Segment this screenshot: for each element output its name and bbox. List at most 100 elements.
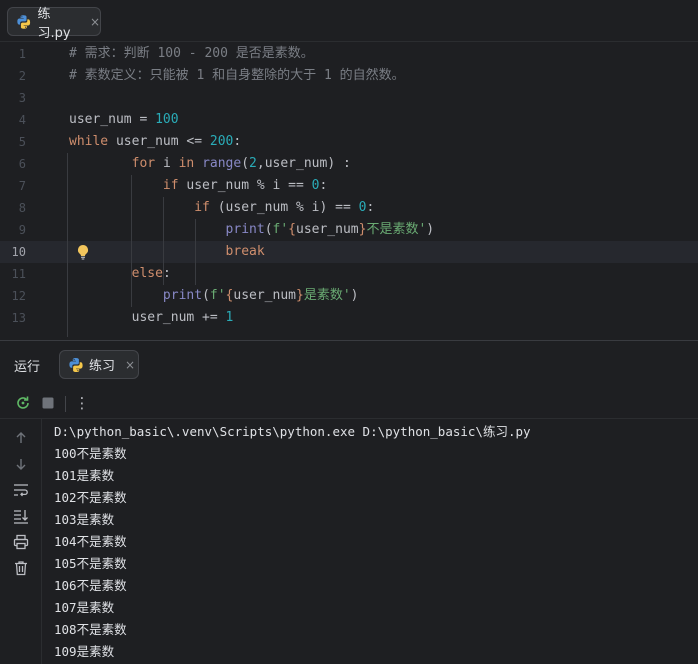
code-token: (: [202, 288, 210, 303]
code-token: 100: [155, 112, 179, 127]
run-tab-label: 练习: [89, 359, 116, 374]
code-token: (: [264, 222, 273, 237]
code-token: print: [162, 288, 203, 303]
code-token: user_num % i ==: [186, 178, 312, 193]
toolbar-separator: [65, 396, 66, 412]
code-token: 200: [209, 134, 234, 149]
console-output-line: 108不是素数: [54, 622, 127, 637]
line-number: 11: [11, 267, 26, 281]
stop-icon: [42, 397, 54, 409]
code-line: user_num = 100: [69, 109, 179, 131]
run-panel-title: 运行: [14, 360, 41, 375]
line-number: 10: [11, 245, 26, 259]
code-line: user_num += 1: [69, 307, 234, 329]
code-line: break: [69, 241, 265, 263]
code-token: f': [209, 288, 226, 303]
console-command-line: D:\python_basic\.venv\Scripts\python.exe…: [54, 424, 531, 439]
console-output-line: 101是素数: [54, 468, 115, 483]
code-token: user_num =: [69, 112, 156, 127]
editor-tab-label: 练习.py: [37, 6, 71, 41]
line-number: 8: [18, 201, 26, 215]
scroll-to-end-button[interactable]: [12, 507, 30, 525]
line-number: 1: [18, 47, 26, 61]
code-token: break: [225, 244, 265, 259]
line-number: 7: [18, 179, 26, 193]
code-editor[interactable]: 1 2 3 4 5 6 7 8 9 10 11 12 13 # 需求：判断 100 - 200 是否是素…: [0, 43, 698, 337]
run-tool-window: 运行 练习 × ⋮ D:\python_basic\.venv\Scripts\…: [0, 340, 698, 664]
print-button[interactable]: [12, 533, 30, 551]
code-token: 不是素数': [366, 222, 427, 237]
stop-button[interactable]: [38, 393, 58, 413]
code-token: :: [319, 178, 328, 193]
arrow-down-icon: [16, 459, 26, 470]
code-token: f': [272, 222, 289, 237]
run-header: 运行 练习 ×: [0, 341, 698, 387]
code-token: # 需求：判断 100 - 200 是否是素数。: [69, 46, 314, 61]
console-output-line: 109是素数: [54, 644, 115, 659]
soft-wrap-icon: [14, 484, 28, 497]
line-number: 4: [18, 113, 26, 127]
line-number-gutter: 1 2 3 4 5 6 7 8 9 10 11 12 13: [0, 43, 60, 337]
line-number: 13: [11, 311, 26, 325]
run-tab-practice[interactable]: 练习 ×: [59, 350, 139, 379]
code-token: # 素数定义：只能被 1 和自身整除的大于 1 的自然数。: [69, 68, 405, 83]
code-token: :: [162, 266, 171, 281]
run-tab-close-icon[interactable]: ×: [125, 358, 135, 372]
code-token: range: [202, 156, 242, 171]
clear-all-button[interactable]: [12, 559, 30, 577]
console-output[interactable]: D:\python_basic\.venv\Scripts\python.exe…: [54, 421, 694, 663]
line-number: 2: [18, 69, 26, 83]
code-line: # 素数定义：只能被 1 和自身整除的大于 1 的自然数。: [69, 65, 405, 87]
line-number: 3: [18, 91, 26, 105]
run-toolbar: ⋮: [0, 387, 698, 419]
code-token: while: [69, 134, 116, 149]
python-file-icon: [17, 14, 31, 29]
rerun-icon: [17, 396, 29, 409]
line-number: 5: [18, 135, 26, 149]
code-token: user_num: [233, 288, 296, 303]
code-line: if (user_num % i) == 0:: [69, 197, 374, 219]
editor-tab-close-icon[interactable]: ×: [90, 15, 100, 29]
code-line: print(f'{user_num}是素数'): [69, 285, 359, 307]
console-side-toolbar: [0, 419, 42, 664]
trash-icon: [15, 561, 27, 576]
line-number: 12: [11, 289, 26, 303]
code-token: (user_num % i) ==: [217, 200, 359, 215]
code-token: 是素数': [303, 288, 351, 303]
code-token: :: [233, 134, 242, 149]
rerun-button[interactable]: [13, 393, 33, 413]
scroll-down-button[interactable]: [12, 455, 30, 473]
code-token: else: [131, 266, 163, 281]
code-token: 1: [225, 310, 234, 325]
console-output-line: 100不是素数: [54, 446, 127, 461]
code-token: ): [426, 222, 435, 237]
line-number: 6: [18, 157, 26, 171]
line-number: 9: [18, 223, 26, 237]
code-token: i: [162, 156, 179, 171]
code-token: if: [162, 178, 187, 193]
code-token: ,user_num) :: [256, 156, 351, 171]
python-run-config-icon: [69, 357, 83, 372]
scroll-to-end-icon: [14, 510, 28, 524]
code-line: if user_num % i == 0:: [69, 175, 327, 197]
code-line: print(f'{user_num}不是素数'): [69, 219, 435, 241]
code-token: user_num +=: [69, 310, 226, 325]
scroll-up-button[interactable]: [12, 429, 30, 447]
code-line: # 需求：判断 100 - 200 是否是素数。: [69, 43, 314, 65]
console-output-line: 105不是素数: [54, 556, 127, 571]
code-token: if: [194, 200, 218, 215]
soft-wrap-button[interactable]: [12, 481, 30, 499]
console-output-line: 107是素数: [54, 600, 115, 615]
arrow-up-icon: [16, 432, 26, 443]
code-line: while user_num <= 200:: [69, 131, 241, 153]
indent-guide: [67, 153, 68, 337]
code-token: in: [178, 156, 203, 171]
code-token: (: [241, 156, 250, 171]
more-options-button[interactable]: ⋮: [72, 393, 92, 413]
editor-tab-practice-py[interactable]: 练习.py ×: [7, 7, 101, 41]
